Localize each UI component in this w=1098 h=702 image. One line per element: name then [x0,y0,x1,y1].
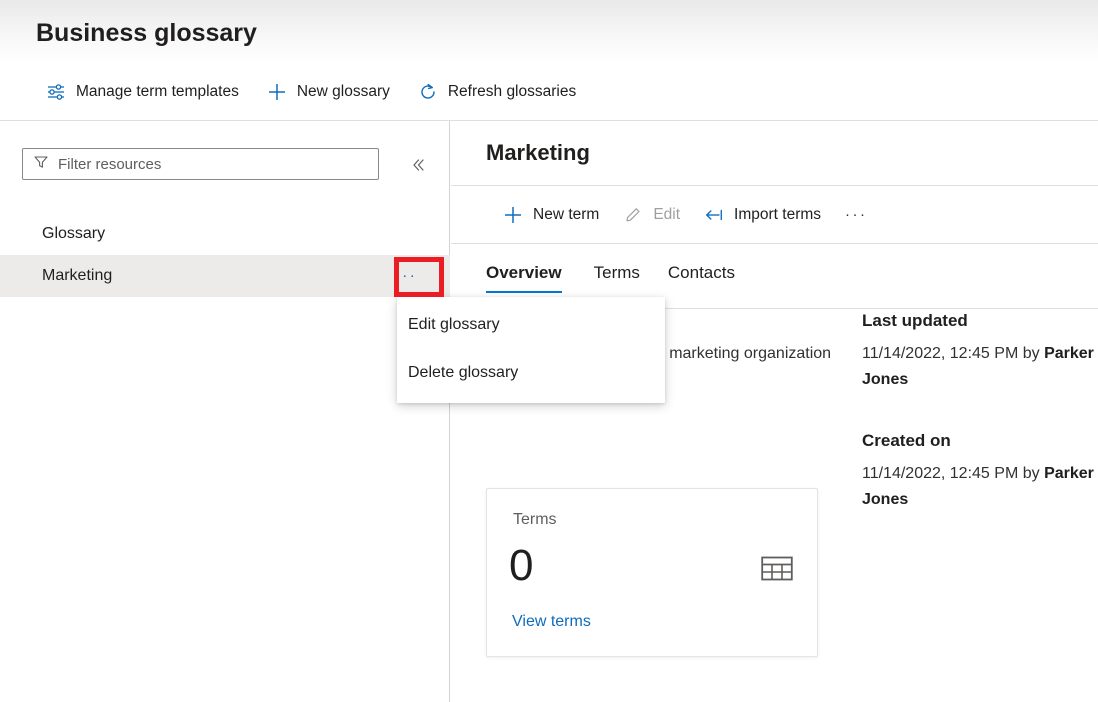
last-updated-date: 11/14/2022, 12:45 PM by [862,345,1044,362]
last-updated-value: 11/14/2022, 12:45 PM by Parker Jones [862,341,1098,393]
refresh-glossaries-button[interactable]: Refresh glossaries [408,72,586,112]
glossary-list-pane: Filter resources Glossary Marketing ··· [0,121,450,702]
tab-label: Overview [486,263,562,282]
overview-right-column: Last updated 11/14/2022, 12:45 PM by Par… [862,309,1098,549]
sidebar-item-glossary[interactable]: Glossary [0,213,450,255]
global-command-bar: Manage term templates New glossary Refre… [0,64,1098,121]
new-glossary-label: New glossary [297,83,390,101]
funnel-icon [33,154,49,175]
page-title: Business glossary [36,17,257,49]
detail-command-bar: New term Edit Import t [451,186,1098,243]
manage-term-templates-button[interactable]: Manage term templates [36,72,249,112]
created-on-field: Created on 11/14/2022, 12:45 PM by Parke… [862,429,1098,513]
chevron-double-left-icon[interactable] [404,152,432,178]
detail-tabs: Overview Terms Contacts [486,255,749,295]
tab-overview[interactable]: Overview [486,255,580,295]
glossary-context-menu: Edit glossary Delete glossary [397,297,665,403]
last-updated-label: Last updated [862,309,1098,333]
created-on-date: 11/14/2022, 12:45 PM by [862,465,1044,482]
sidebar-item-marketing[interactable]: Marketing ··· [0,255,450,297]
table-icon [760,554,794,584]
menu-item-label: Delete glossary [408,364,518,382]
menu-item-edit-glossary[interactable]: Edit glossary [397,301,665,349]
ellipsis-icon: ··· [845,210,868,220]
tab-terms[interactable]: Terms [580,255,654,295]
edit-label: Edit [653,206,680,224]
terms-card: Terms 0 View terms [486,488,818,657]
import-terms-button[interactable]: Import terms [694,195,831,235]
pencil-icon [623,205,643,225]
detail-page-title: Marketing [486,140,590,166]
new-glossary-button[interactable]: New glossary [257,72,400,112]
terms-card-count: 0 [509,539,533,593]
refresh-icon [418,82,438,102]
glossary-tree: Glossary Marketing ··· [0,213,450,297]
import-terms-label: Import terms [734,206,821,224]
import-arrow-icon [704,205,724,225]
new-term-button[interactable]: New term [493,195,609,235]
glossary-row-more-button[interactable]: ··· [392,264,420,288]
divider [451,243,1098,244]
plus-icon [267,82,287,102]
created-on-value: 11/14/2022, 12:45 PM by Parker Jones [862,461,1098,513]
sliders-icon [46,82,66,102]
manage-term-templates-label: Manage term templates [76,83,239,101]
edit-button: Edit [613,195,690,235]
tab-contacts[interactable]: Contacts [654,255,749,295]
menu-item-delete-glossary[interactable]: Delete glossary [397,349,665,397]
created-on-label: Created on [862,429,1098,453]
filter-resources-input[interactable]: Filter resources [22,148,379,180]
filter-row: Filter resources [0,121,450,191]
tab-label: Contacts [668,263,735,282]
sidebar-item-label: Glossary [42,225,105,243]
detail-overflow-button[interactable]: ··· [835,195,878,235]
filter-resources-placeholder: Filter resources [58,156,161,173]
terms-card-title: Terms [513,511,557,529]
view-terms-link[interactable]: View terms [512,613,591,631]
last-updated-field: Last updated 11/14/2022, 12:45 PM by Par… [862,309,1098,393]
sidebar-item-label: Marketing [42,267,112,285]
refresh-glossaries-label: Refresh glossaries [448,83,576,101]
tab-label: Terms [594,263,640,282]
menu-item-label: Edit glossary [408,316,500,334]
new-term-label: New term [533,206,599,224]
glossary-detail-pane: Marketing New term Edit [451,121,1098,702]
business-glossary-page: Business glossary Manage term templates [0,0,1098,702]
ellipsis-icon: ··· [395,271,418,281]
plus-icon [503,205,523,225]
